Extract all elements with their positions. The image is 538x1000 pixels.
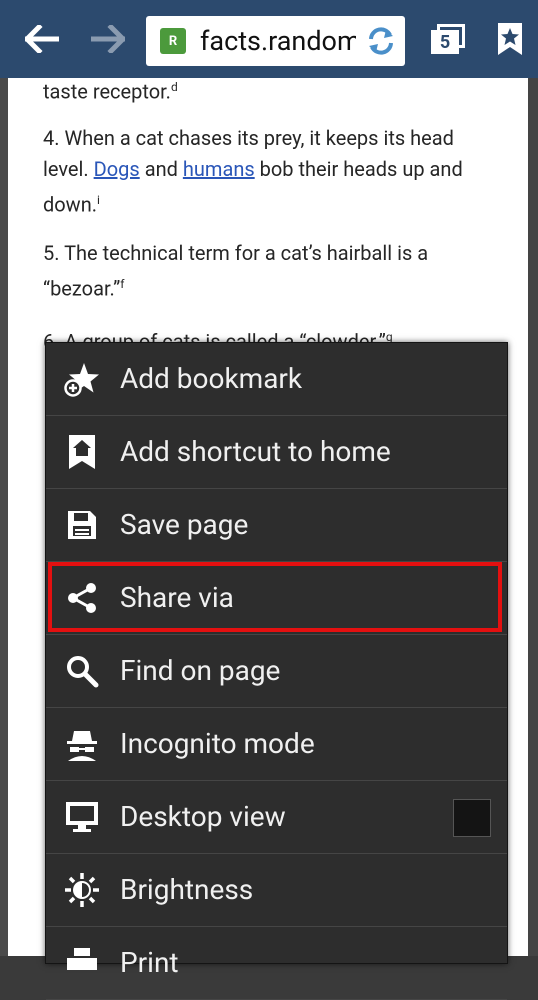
tabs-button[interactable]: 5	[423, 0, 473, 78]
menu-item-add-shortcut[interactable]: Add shortcut to home	[46, 416, 507, 489]
menu-item-brightness[interactable]: Brightness	[46, 854, 507, 927]
forward-button[interactable]	[80, 0, 136, 78]
menu-item-label: Save page	[120, 508, 249, 541]
tabs-icon: 5	[431, 24, 465, 54]
article-paragraph-5: 5. The technical term for a cat’s hairba…	[43, 241, 429, 301]
menu-item-label: Print	[120, 946, 179, 979]
menu-item-label: Add shortcut to home	[120, 435, 391, 468]
menu-item-add-bookmark[interactable]: Add bookmark	[46, 343, 507, 416]
desktop-view-checkbox[interactable]	[453, 799, 491, 837]
browser-options-menu: Add bookmark Add shortcut to home Save p…	[45, 342, 508, 1000]
share-via-highlight	[48, 562, 502, 632]
menu-item-label: Incognito mode	[120, 727, 315, 760]
page-margin-left	[0, 78, 8, 956]
incognito-icon	[64, 726, 100, 762]
humans-link[interactable]: humans	[183, 157, 255, 181]
menu-item-print[interactable]: Print	[46, 927, 507, 1000]
menu-item-desktop-view[interactable]: Desktop view	[46, 781, 507, 854]
bookmark-star-icon	[498, 23, 522, 55]
tab-count: 5	[431, 30, 459, 54]
browser-toolbar: R facts.random 5	[0, 0, 538, 78]
menu-item-label: Find on page	[120, 654, 281, 687]
menu-item-save-page[interactable]: Save page	[46, 489, 507, 562]
url-bar[interactable]: R facts.random	[146, 16, 405, 66]
menu-item-incognito[interactable]: Incognito mode	[46, 708, 507, 781]
desktop-icon	[64, 799, 100, 835]
url-text: facts.random	[200, 25, 356, 57]
back-arrow-icon	[25, 25, 59, 53]
search-icon	[64, 653, 100, 689]
menu-item-label: Add bookmark	[120, 362, 303, 395]
reload-icon	[369, 27, 393, 55]
save-icon	[64, 507, 100, 543]
print-icon	[64, 945, 100, 981]
brightness-icon	[64, 872, 100, 908]
article-paragraph-4: 4. When a cat chases its prey, it keeps …	[43, 126, 463, 217]
home-shortcut-icon	[64, 434, 100, 470]
menu-item-label: Desktop view	[120, 800, 286, 833]
article-paragraph-3: taste receptor.d	[43, 79, 178, 104]
dogs-link[interactable]: Dogs	[94, 157, 140, 181]
reload-button[interactable]	[365, 26, 397, 60]
forward-arrow-icon	[91, 25, 125, 53]
bookmarks-button[interactable]	[490, 0, 530, 78]
add-bookmark-icon	[64, 361, 100, 397]
page-margin-right	[528, 78, 538, 956]
menu-item-label: Brightness	[120, 873, 254, 906]
site-favicon: R	[160, 28, 186, 54]
back-button[interactable]	[14, 0, 70, 78]
menu-item-find-on-page[interactable]: Find on page	[46, 635, 507, 708]
